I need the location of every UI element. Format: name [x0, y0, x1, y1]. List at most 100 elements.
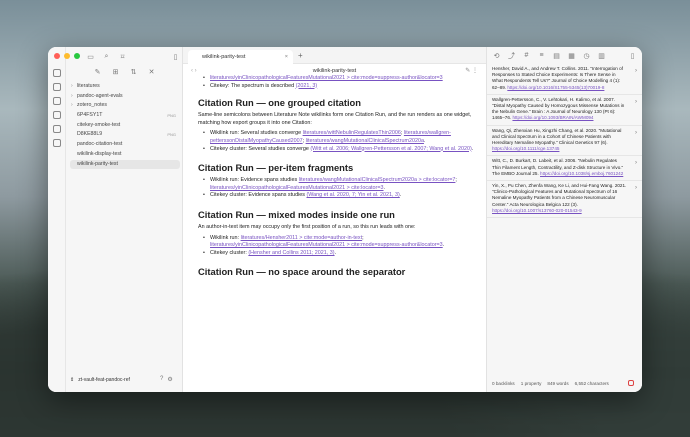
wikilink[interactable]: literatures/yinClinicopathologicalFeatur… — [210, 185, 384, 191]
reference-item[interactable]: Wang, Qi, Zhenxian Hu, Xingzhi Chang, et… — [487, 126, 642, 157]
close-window-button[interactable] — [54, 53, 60, 59]
reference-item[interactable]: Hensher, David A., and Andrew T. Collins… — [487, 64, 642, 95]
properties-icon[interactable]: ▤ — [552, 51, 561, 60]
backlinks-count[interactable]: 0 backlinks — [492, 381, 515, 386]
bookmark-icon[interactable]: ⌑ — [118, 52, 127, 61]
list-item: Citekey cluster: (Hensher and Collins 20… — [203, 249, 476, 258]
edit-icon[interactable]: ✎ — [465, 68, 470, 74]
properties-count[interactable]: 1 property — [521, 381, 542, 386]
chevron-right-icon[interactable]: › — [635, 160, 637, 166]
file-tree-item[interactable]: 6P4FSY1T PNG — [70, 111, 180, 121]
more-options-icon[interactable]: ⋮ — [472, 68, 478, 74]
list-item: Citekey cluster: Evidence spans studies … — [203, 192, 476, 200]
files-icon[interactable] — [53, 69, 61, 77]
right-sidebar-tools: ⟲ ⤴ # ≡ ▤ ▦ ◷ ▥ — [492, 51, 606, 60]
wikilink[interactable]: literatures/Hensher2011 > cite:mode=auth… — [241, 235, 363, 241]
file-tree-label: wikilink-parity-test — [77, 160, 118, 167]
file-tree-item[interactable]: pandoc-citation-test — [70, 140, 180, 150]
text: Citekey cluster: Evidence spans studies — [210, 192, 307, 199]
outgoing-links-icon[interactable]: ⤴ — [507, 51, 516, 60]
search-icon[interactable]: ⌕ — [102, 52, 111, 61]
file-explorer-toolbar: ✎ ⊞ ⇅ ✕ — [93, 67, 156, 76]
clock-icon[interactable]: ◷ — [582, 51, 591, 60]
doi-link[interactable]: https://doi.org/10.1093/BRAIN/AWM094 — [512, 115, 593, 120]
list-item: Citekey cluster: Several studies converg… — [203, 146, 476, 154]
calendar-icon[interactable] — [53, 97, 61, 105]
help-icon[interactable]: ? — [160, 376, 163, 383]
canvas-icon[interactable] — [53, 111, 61, 119]
status-bar: 0 backlinks 1 property 849 words 6,552 c… — [492, 381, 609, 386]
list-item: literatures/yinClinicopathologicalFeatur… — [203, 75, 476, 83]
doi-link[interactable]: https://doi.org/10.1038/sj.emboj.7601242 — [540, 171, 623, 176]
reference-item[interactable]: Witt, C., D. Burkart, D. Labeit, et al. … — [487, 156, 642, 182]
text: Wikilink run: — [210, 234, 241, 241]
file-tree-label: literatures — [77, 83, 100, 89]
nav-arrows-icon[interactable]: ‹ › — [191, 64, 197, 78]
tab-bar: ▯ wikilink-parity-test × + — [174, 47, 486, 64]
file-tree-item[interactable]: wikilink-parity-test — [70, 159, 180, 170]
sidebar-toggle-icon[interactable]: ▯ — [171, 52, 180, 61]
vault-switcher[interactable]: ⇕ zt-vault-feat-pandoc-ref — [70, 377, 130, 383]
citation-widget[interactable]: (2021, 3) — [296, 83, 318, 89]
citation-widget[interactable]: (Wang et al. 2020, 7; Yin et al. 2021, 3… — [306, 192, 399, 198]
text: Wikilink run: Evidence spans studies — [210, 177, 299, 184]
chevron-right-icon: › — [71, 83, 73, 89]
sort-icon[interactable]: ⇅ — [129, 67, 138, 76]
close-tab-icon[interactable]: × — [285, 50, 288, 64]
chevron-right-icon[interactable]: › — [635, 99, 637, 105]
backlinks-icon[interactable]: ⟲ — [492, 51, 501, 60]
file-tree-item[interactable]: › pandoc-agent-evals — [70, 92, 180, 102]
reference-item[interactable]: Wallgren-Pettersson, C., V. Lehtokari, H… — [487, 95, 642, 126]
sync-status-icon[interactable] — [628, 380, 634, 386]
minimize-window-button[interactable] — [64, 53, 70, 59]
file-tree-label: wikilink-display-test — [77, 150, 122, 157]
text: Citekey cluster: — [210, 249, 249, 256]
wikilink[interactable]: literatures/wangMutationalClinicalSpectr… — [299, 177, 456, 183]
file-tree-label: pandoc-citation-test — [77, 141, 123, 148]
citation-widget[interactable]: (Witt et al. 2006; Wallgren-Pettersson e… — [310, 146, 471, 152]
file-tree-item[interactable]: D8KE88L9 PNG — [70, 130, 180, 140]
new-note-icon[interactable]: ✎ — [93, 67, 102, 76]
right-sidebar-toggle-icon[interactable]: ▯ — [628, 51, 637, 60]
file-tree-item[interactable]: › literatures — [70, 82, 180, 92]
wikilink[interactable]: literatures/yinClinicopathologicalFeatur… — [210, 75, 443, 81]
right-sidebar: ⟲ ⤴ # ≡ ▤ ▦ ◷ ▥ ▯ Hensher, David A., and… — [486, 47, 642, 392]
chevron-right-icon[interactable]: › — [635, 68, 637, 74]
left-sidebar: ▭ ⌕ ⌑ ✎ ⊞ ⇅ ✕ › literatures › pandoc-agent-… — [48, 47, 183, 392]
heading: Citation Run — no space around the separ… — [198, 266, 406, 278]
list-item: Wikilink run: Evidence spans studies lit… — [203, 177, 476, 192]
char-count: 6,552 characters — [574, 381, 609, 386]
tab-wikilink-parity-test[interactable]: wikilink-parity-test × — [188, 50, 293, 64]
wikilink[interactable]: literatures/wangMutationalClinicalSpectr… — [306, 138, 424, 144]
outline-icon[interactable]: ≡ — [537, 51, 546, 60]
file-tree-item[interactable]: wikilink-display-test — [70, 150, 180, 160]
file-tree-item[interactable]: citekey-smoke-test — [70, 121, 180, 131]
reference-text: Wang, Qi, Zhenxian Hu, Xingzhi Chang, et… — [492, 127, 622, 146]
wikilink[interactable]: literatures/yinClinicopathologicalFeatur… — [210, 242, 443, 248]
chevron-right-icon: › — [71, 102, 73, 109]
file-tree-label: 6P4FSY1T — [77, 112, 103, 119]
collapse-icon[interactable]: ✕ — [147, 67, 156, 76]
doi-link[interactable]: https://doi.org/10.1016/S1755-5345(13)70… — [507, 85, 604, 90]
chevron-right-icon[interactable]: › — [635, 130, 637, 136]
ribbon — [48, 47, 66, 392]
calendar-icon[interactable]: ▦ — [567, 51, 576, 60]
chevron-right-icon[interactable]: › — [635, 185, 637, 191]
reference-item[interactable]: Yin, X., Pu Chen, Zhenfa Wang, Ke Li, an… — [487, 181, 642, 219]
template-icon[interactable] — [53, 125, 61, 133]
zoom-window-button[interactable] — [74, 53, 80, 59]
settings-icon[interactable]: ⚙ — [167, 376, 172, 383]
file-tree-item[interactable]: › zotero_notes — [70, 101, 180, 111]
references-icon[interactable]: ▥ — [597, 51, 606, 60]
command-icon[interactable] — [53, 139, 61, 147]
new-folder-icon[interactable]: ⊞ — [111, 67, 120, 76]
tags-icon[interactable]: # — [522, 51, 531, 60]
new-tab-button[interactable]: + — [298, 51, 303, 60]
folder-icon[interactable]: ▭ — [86, 52, 95, 61]
graph-icon[interactable] — [53, 83, 61, 91]
wikilink[interactable]: literatures/wittNebulinRegulatesThin2006 — [303, 130, 401, 136]
doi-link[interactable]: https://doi.org/10.1111/cge.13745 — [492, 146, 559, 151]
citation-widget[interactable]: (Hensher and Collins 2011; 2021, 3) — [248, 250, 334, 256]
file-tree-label: zotero_notes — [77, 102, 107, 109]
doi-link[interactable]: https://doi.org/10.1007/s13760-020-01543… — [492, 208, 582, 213]
